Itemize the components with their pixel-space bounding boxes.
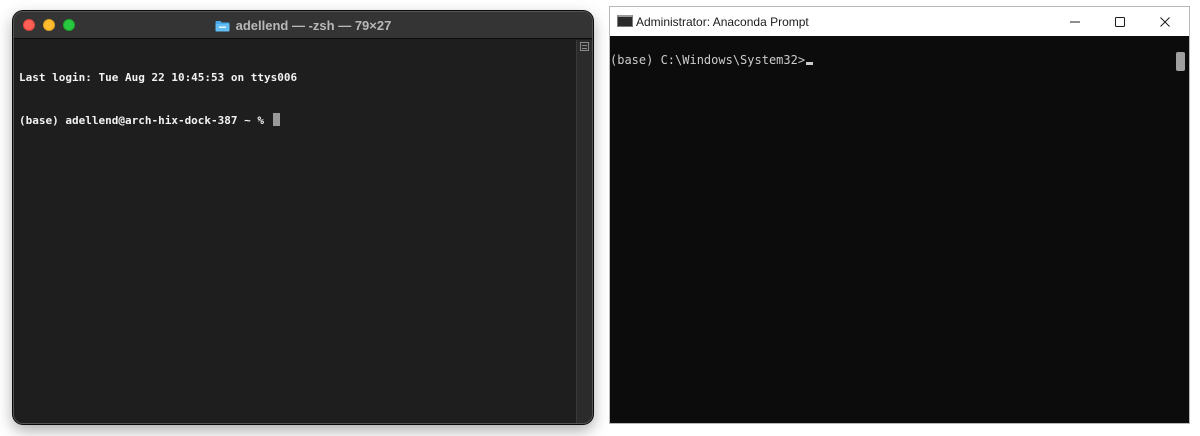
window-title-container: adellend — -zsh — 79×27 [14,12,592,39]
window-title: Administrator: Anaconda Prompt [636,14,809,29]
split-pane-icon[interactable] [580,42,589,51]
minimize-icon [1069,21,1080,22]
maximize-icon [1114,16,1125,27]
text-cursor [806,62,814,65]
close-button[interactable] [1142,7,1187,36]
win-titlebar[interactable]: Administrator: Anaconda Prompt [610,7,1189,36]
shell-prompt-text: (base) adellend@arch-hix-dock-387 ~ % [19,114,271,127]
mac-titlebar[interactable]: adellend — -zsh — 79×27 [14,12,592,39]
folder-icon [215,20,230,31]
console-prompt-text: (base) C:\Windows\System32> [610,53,806,67]
window-title: adellend — -zsh — 79×27 [235,18,392,33]
minimize-button[interactable] [1052,7,1097,36]
mac-terminal-window[interactable]: adellend — -zsh — 79×27 Last login: Tue … [13,11,593,424]
console-output[interactable]: (base) C:\Windows\System32> [610,36,1172,423]
command-prompt-icon[interactable] [617,15,633,27]
shell-prompt-line: (base) adellend@arch-hix-dock-387 ~ % [19,113,571,127]
close-icon [1159,16,1170,27]
scrollbar[interactable] [576,40,592,423]
terminal-output[interactable]: Last login: Tue Aug 22 10:45:53 on ttys0… [14,40,576,423]
last-login-line: Last login: Tue Aug 22 10:45:53 on ttys0… [19,71,298,84]
text-cursor [272,113,280,126]
scrollbar[interactable] [1172,36,1189,423]
scrollbar-thumb[interactable] [1176,52,1185,71]
anaconda-prompt-window[interactable]: Administrator: Anaconda Prompt (base) C:… [609,6,1190,424]
maximize-button[interactable] [1097,7,1142,36]
